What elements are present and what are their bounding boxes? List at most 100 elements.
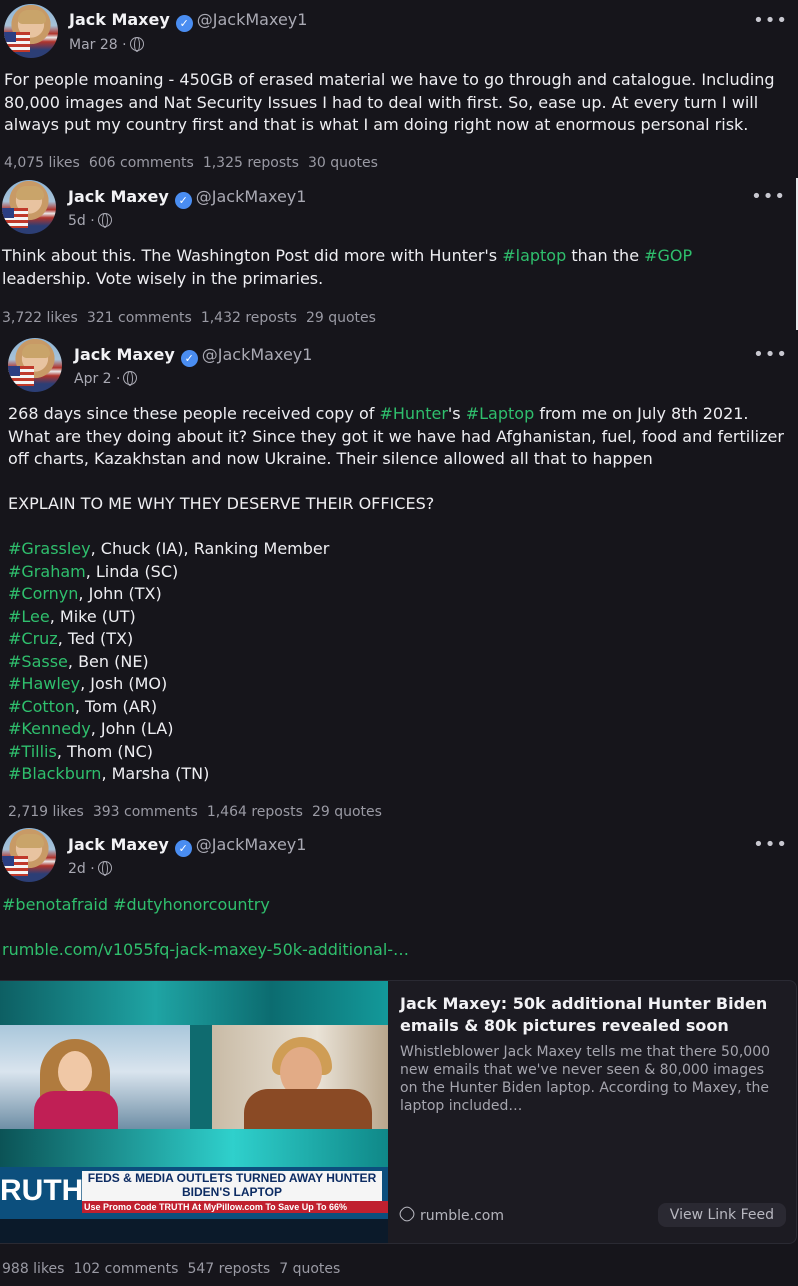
quotes-count[interactable]: 29 quotes <box>306 310 376 326</box>
author-handle[interactable]: @JackMaxey1 <box>196 187 307 206</box>
flag-icon <box>8 366 34 386</box>
quotes-count[interactable]: 29 quotes <box>312 804 382 820</box>
avatar[interactable] <box>8 338 62 392</box>
reposts-count[interactable]: 1,432 reposts <box>201 310 297 326</box>
post-link: rumble.com/v1055fq-jack-maxey-50k-additi… <box>2 939 786 962</box>
member-text: , Ben (NE) <box>67 651 149 671</box>
avatar[interactable] <box>2 828 56 882</box>
list-item: #Blackburn, Marsha (TN) <box>8 763 786 786</box>
author-line: Jack Maxey ✓ @JackMaxey1 <box>68 187 306 209</box>
comments-count[interactable]: 321 comments <box>87 310 192 326</box>
post-date[interactable]: 5d <box>68 213 86 229</box>
author-name[interactable]: Jack Maxey <box>74 345 175 364</box>
hashtag-link[interactable]: #Kennedy <box>8 719 91 738</box>
post-date[interactable]: 2d <box>68 861 86 877</box>
hashtag-link[interactable]: #Grassley <box>8 539 91 558</box>
thumb-anchor-face <box>58 1051 92 1093</box>
hashtags[interactable]: #benotafraid #dutyhonorcountry <box>2 895 270 914</box>
author-handle[interactable]: @JackMaxey1 <box>196 835 307 854</box>
avatar[interactable] <box>4 4 58 58</box>
hashtag-link[interactable]: #Cruz <box>8 629 58 648</box>
globe-icon <box>129 37 144 52</box>
list-item: #Cotton, Tom (AR) <box>8 696 786 719</box>
hashtag-link[interactable]: #Cotton <box>8 697 75 716</box>
likes-count[interactable]: 4,075 likes <box>4 155 80 171</box>
hashtag-link[interactable]: #Graham <box>8 562 86 581</box>
author-handle[interactable]: @JackMaxey1 <box>197 10 308 29</box>
card-description: Whistleblower Jack Maxey tells me that t… <box>400 1044 771 1114</box>
list-item: #Lee, Mike (UT) <box>8 606 786 629</box>
link-preview-card[interactable]: RUTH FEDS & MEDIA OUTLETS TURNED AWAY HU… <box>0 980 797 1244</box>
card-domain[interactable]: rumble.com <box>397 1204 504 1224</box>
hashtag-link[interactable]: #Laptop <box>466 404 535 423</box>
author-name[interactable]: Jack Maxey <box>68 835 169 854</box>
hashtag-link[interactable]: #Hunter <box>379 404 447 423</box>
flag-icon <box>2 856 28 876</box>
comments-count[interactable]: 393 comments <box>93 804 198 820</box>
reposts-count[interactable]: 547 reposts <box>187 1261 270 1277</box>
post-stats: 2,719 likes 393 comments 1,464 reposts 29 q… <box>8 804 391 820</box>
thumb-anchor-body <box>34 1091 118 1131</box>
avatar-hair <box>16 186 44 200</box>
thumb-promo: Use Promo Code TRUTH At MyPillow.com To … <box>82 1201 388 1213</box>
post-text: 268 days since these people received cop… <box>8 403 786 786</box>
view-link-feed-button[interactable]: View Link Feed <box>657 1203 786 1227</box>
member-list: #Grassley, Chuck (IA), Ranking Member #G… <box>8 538 786 786</box>
likes-count[interactable]: 3,722 likes <box>2 310 78 326</box>
hashtag-link[interactable]: #Cornyn <box>8 584 78 603</box>
hashtag-link[interactable]: #laptop <box>502 246 566 265</box>
hashtag-link[interactable]: #GOP <box>644 246 692 265</box>
reposts-count[interactable]: 1,464 reposts <box>207 804 303 820</box>
author-line: Jack Maxey ✓ @JackMaxey1 <box>69 10 307 32</box>
rumble-link[interactable]: rumble.com/v1055fq-jack-maxey-50k-additi… <box>2 940 409 959</box>
member-text: , Thom (NC) <box>56 741 153 761</box>
flag-icon <box>4 32 30 52</box>
thumb-top-band <box>0 981 388 1025</box>
likes-count[interactable]: 2,719 likes <box>8 804 84 820</box>
author-handle[interactable]: @JackMaxey1 <box>202 345 313 364</box>
verified-badge-icon: ✓ <box>174 840 192 857</box>
comments-count[interactable]: 606 comments <box>89 155 194 171</box>
hashtag-link[interactable]: #Hawley <box>8 674 80 693</box>
post-intro: 268 days since these people received cop… <box>8 403 786 471</box>
hashtag-link[interactable]: #Tillis <box>8 742 57 761</box>
separator: · <box>90 861 95 877</box>
reposts-count[interactable]: 1,325 reposts <box>203 155 299 171</box>
thumb-bottom <box>0 1219 388 1243</box>
globe-icon <box>97 213 112 228</box>
post-date[interactable]: Apr 2 <box>74 371 112 387</box>
member-text: , Josh (MO) <box>80 674 168 693</box>
more-options-icon[interactable]: ••• <box>753 344 788 365</box>
hashtag-link[interactable]: #Sasse <box>8 652 68 671</box>
explain-line: EXPLAIN TO ME WHY THEY DESERVE THEIR OFF… <box>8 494 435 513</box>
video-thumbnail[interactable]: RUTH FEDS & MEDIA OUTLETS TURNED AWAY HU… <box>0 981 388 1243</box>
list-item: #Sasse, Ben (NE) <box>8 651 786 674</box>
text-segment: 268 days since these people received cop… <box>8 404 380 423</box>
card-title[interactable]: Jack Maxey: 50k additional Hunter Biden … <box>400 993 780 1037</box>
post-meta: 5d · <box>68 213 112 229</box>
author-name[interactable]: Jack Maxey <box>69 10 170 29</box>
member-text: , Mike (UT) <box>49 606 136 626</box>
more-options-icon[interactable]: ••• <box>751 186 786 207</box>
list-item: #Tillis, Thom (NC) <box>8 741 786 764</box>
list-item: #Graham, Linda (SC) <box>8 561 786 584</box>
thumb-mid-band <box>0 1129 388 1167</box>
post-date[interactable]: Mar 28 <box>69 37 118 53</box>
quotes-count[interactable]: 30 quotes <box>308 155 378 171</box>
more-options-icon[interactable]: ••• <box>753 10 788 31</box>
comments-count[interactable]: 102 comments <box>73 1261 178 1277</box>
likes-count[interactable]: 988 likes <box>2 1261 64 1277</box>
quotes-count[interactable]: 7 quotes <box>279 1261 340 1277</box>
thumb-headline: FEDS & MEDIA OUTLETS TURNED AWAY HUNTER … <box>82 1171 382 1201</box>
member-text: , Tom (AR) <box>74 696 158 716</box>
list-item: #Kennedy, John (LA) <box>8 718 786 741</box>
author-name[interactable]: Jack Maxey <box>68 187 169 206</box>
avatar[interactable] <box>2 180 56 234</box>
hashtag-link[interactable]: #Blackburn <box>8 764 101 783</box>
hashtag-link[interactable]: #Lee <box>8 607 50 626</box>
avatar-hair <box>22 344 50 358</box>
globe-icon <box>123 371 138 386</box>
separator: · <box>116 371 121 387</box>
post-stats: 3,722 likes 321 comments 1,432 reposts 29 q… <box>2 310 385 326</box>
more-options-icon[interactable]: ••• <box>753 834 788 855</box>
